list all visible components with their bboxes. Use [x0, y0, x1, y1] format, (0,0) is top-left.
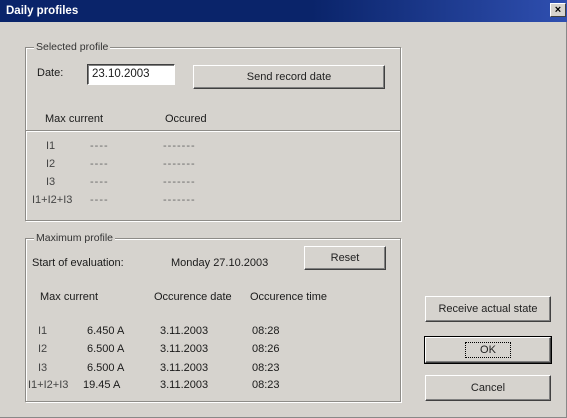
row-time-i2: 08:26 — [252, 343, 280, 355]
occurence-date-header: Occurence date — [154, 291, 232, 303]
maximum-profile-group: Maximum profile Start of evaluation: Mon… — [25, 231, 401, 402]
row-label-i1: I1 — [38, 325, 48, 337]
row-value-i1: 6.450 A — [87, 325, 125, 337]
ok-button[interactable]: OK — [424, 336, 552, 364]
row-value-i3: 6.500 A — [87, 362, 125, 374]
row-occured-i1: ------- — [163, 140, 196, 152]
row-label-i3: I3 — [38, 362, 48, 374]
maximum-profile-title: Maximum profile — [34, 231, 116, 245]
row-value-sum: 19.45 A — [83, 379, 121, 391]
start-of-evaluation-label: Start of evaluation: — [32, 257, 124, 269]
row-label-sum: I1+I2+I3 — [28, 379, 69, 391]
row-label-sum: I1+I2+I3 — [32, 194, 73, 206]
row-time-sum: 08:23 — [252, 379, 280, 391]
selected-profile-group: Selected profile Date: 23.10.2003 Send r… — [25, 40, 401, 221]
row-label-i2: I2 — [38, 343, 48, 355]
row-value-sum: ---- — [90, 194, 109, 206]
reset-button[interactable]: Reset — [304, 246, 386, 270]
row-value-i1: ---- — [90, 140, 109, 152]
date-input[interactable]: 23.10.2003 — [87, 64, 175, 85]
row-value-i2: ---- — [90, 158, 109, 170]
window-title: Daily profiles — [6, 5, 79, 17]
selected-profile-title: Selected profile — [34, 40, 111, 54]
row-label-i3: I3 — [46, 176, 56, 188]
header-divider — [26, 130, 400, 132]
row-time-i3: 08:23 — [252, 362, 280, 374]
ok-button-label: OK — [465, 342, 511, 358]
row-value-i3: ---- — [90, 176, 109, 188]
row-date-i3: 3.11.2003 — [160, 362, 209, 374]
send-record-date-button[interactable]: Send record date — [193, 65, 385, 89]
occurence-time-header: Occurence time — [250, 291, 328, 303]
occured-header: Occured — [165, 113, 207, 125]
row-date-i2: 3.11.2003 — [160, 343, 209, 355]
title-bar: Daily profiles × — [0, 0, 567, 22]
daily-profiles-dialog: Daily profiles × Selected profile Date: … — [0, 0, 567, 418]
row-date-i1: 3.11.2003 — [160, 325, 209, 337]
max-current-header: Max current — [45, 113, 104, 125]
cancel-button[interactable]: Cancel — [425, 375, 551, 401]
row-value-i2: 6.500 A — [87, 343, 125, 355]
row-occured-sum: ------- — [163, 194, 196, 206]
close-icon[interactable]: × — [550, 3, 566, 17]
row-label-i1: I1 — [46, 140, 56, 152]
max-current-header: Max current — [40, 291, 99, 303]
row-time-i1: 08:28 — [252, 325, 280, 337]
row-occured-i2: ------- — [163, 158, 196, 170]
row-date-sum: 3.11.2003 — [160, 379, 209, 391]
row-occured-i3: ------- — [163, 176, 196, 188]
receive-actual-state-button[interactable]: Receive actual state — [425, 296, 551, 322]
row-label-i2: I2 — [46, 158, 56, 170]
start-of-evaluation-value: Monday 27.10.2003 — [171, 257, 269, 269]
date-label: Date: — [37, 67, 64, 79]
